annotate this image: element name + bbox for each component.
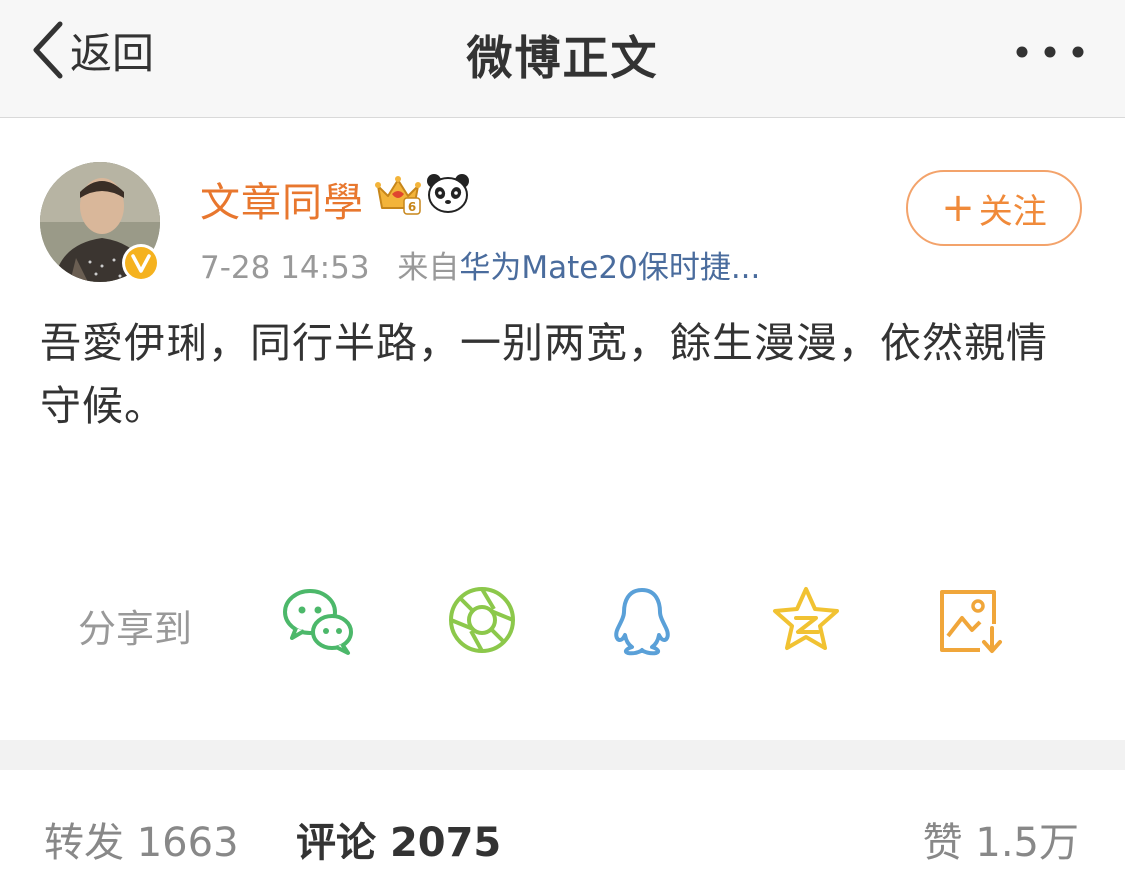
more-options-icon[interactable] (1010, 40, 1090, 64)
post-time: 7-28 14:53 (200, 250, 370, 286)
plus-icon: + (941, 185, 975, 231)
post-card: 文章同學 6 7-28 14:53 来自华为Mate20保时捷... + 关注 … (0, 118, 1125, 740)
like-label: 赞 (922, 820, 963, 866)
wechat-icon[interactable] (282, 584, 354, 656)
nav-bar: 返回 微博正文 (0, 0, 1125, 118)
post-source[interactable]: 华为Mate20保时捷... (459, 250, 760, 286)
qq-icon[interactable] (606, 584, 678, 656)
user-name[interactable]: 文章同學 (200, 170, 364, 228)
share-label: 分享到 (78, 607, 193, 651)
save-image-icon[interactable] (934, 584, 1006, 656)
comment-count: 2075 (389, 820, 502, 866)
stats-bar: 转发 1663 评论 2075 赞 1.5万 (0, 770, 1125, 872)
source-prefix: 来自 (397, 250, 460, 286)
crown-badge-icon: 6 (375, 176, 421, 215)
verified-badge-icon (122, 244, 160, 282)
avatar[interactable] (40, 162, 160, 282)
follow-label: 关注 (978, 191, 1047, 232)
panda-badge-icon (427, 174, 469, 213)
repost-count: 1663 (136, 820, 239, 866)
svg-text:6: 6 (408, 200, 416, 214)
qzone-icon[interactable] (770, 584, 842, 656)
comment-tab[interactable]: 评论 2075 (296, 810, 501, 868)
post-text: 吾愛伊琍，同行半路，一别两宽，餘生漫漫，依然親情守候。 (40, 319, 1048, 430)
like-count: 1.5万 (975, 820, 1079, 866)
post-meta: 7-28 14:53 来自华为Mate20保时捷... (200, 242, 760, 287)
like-tab[interactable]: 赞 1.5万 (923, 810, 1079, 868)
moments-icon[interactable] (446, 584, 518, 656)
page-title: 微博正文 (466, 31, 659, 85)
comment-label: 评论 (296, 820, 376, 866)
repost-tab[interactable]: 转发 1663 (44, 810, 239, 868)
section-divider (0, 740, 1125, 770)
follow-button[interactable]: + 关注 (906, 170, 1082, 246)
repost-label: 转发 (44, 820, 124, 866)
